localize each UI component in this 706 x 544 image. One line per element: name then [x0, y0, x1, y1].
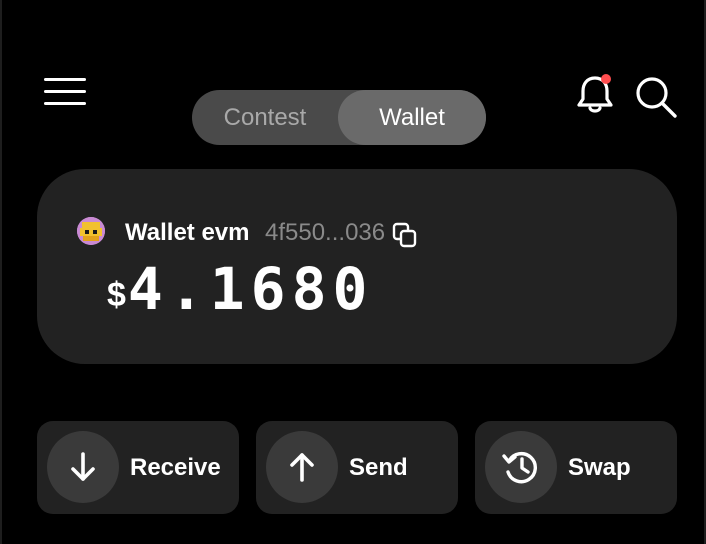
bell-icon: [577, 74, 613, 113]
swap-button[interactable]: Swap: [475, 421, 677, 514]
wallet-address: 4f550...036: [265, 219, 386, 246]
tab-wallet[interactable]: Wallet: [338, 90, 486, 145]
hamburger-line: [44, 102, 86, 105]
send-button[interactable]: Send: [256, 421, 458, 514]
wallet-avatar: [77, 217, 105, 245]
receive-button[interactable]: Receive: [37, 421, 239, 514]
copy-icon: [392, 222, 417, 248]
notification-dot: [601, 74, 611, 84]
contest-wallet-toggle: Contest Wallet: [192, 90, 486, 145]
balance-amount: 4.1680: [127, 255, 374, 323]
arrow-down-icon: [71, 452, 95, 481]
receive-label: Receive: [130, 453, 221, 481]
arrow-up-icon: [290, 453, 314, 482]
copy-address-button[interactable]: [391, 221, 419, 249]
balance-display: $ 4.1680: [107, 255, 373, 323]
receive-icon-circle: [47, 431, 119, 503]
send-label: Send: [349, 453, 408, 481]
history-icon: [502, 451, 538, 484]
menu-button[interactable]: [44, 74, 86, 108]
wallet-balance-card: Wallet evm 4f550...036 $ 4.1680: [37, 169, 677, 364]
hamburger-menu-icon: [44, 78, 86, 81]
notifications-button[interactable]: [574, 72, 616, 116]
tab-contest[interactable]: Contest: [192, 90, 338, 145]
swap-label: Swap: [568, 453, 631, 481]
search-button[interactable]: [634, 75, 678, 119]
currency-symbol: $: [107, 276, 126, 314]
wallet-name: Wallet evm: [125, 219, 250, 246]
search-icon: [636, 77, 677, 118]
swap-icon-circle: [485, 431, 557, 503]
wallet-screen: Contest Wallet Wallet evm 4f550...036 $ …: [0, 0, 706, 544]
send-icon-circle: [266, 431, 338, 503]
hamburger-line: [44, 90, 86, 93]
